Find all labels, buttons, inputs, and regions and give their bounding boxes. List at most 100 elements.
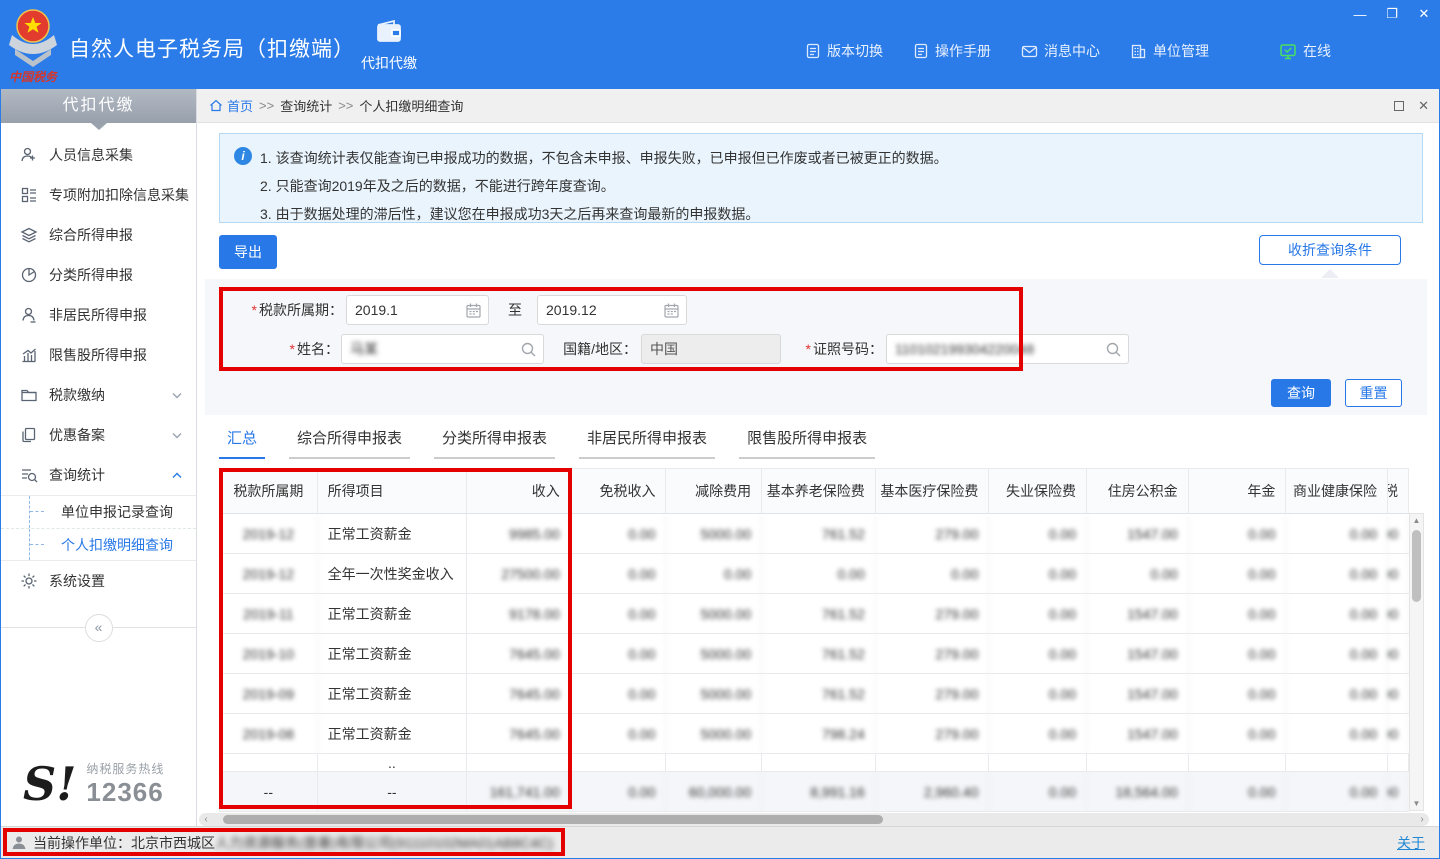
close-panel-icon[interactable]: ✕ [1418,98,1429,114]
online-status[interactable]: 在线 [1279,41,1331,61]
table-cell: 2019-09 [220,674,318,713]
sidebar-item-tax-payment[interactable]: 税款缴纳 [1,375,196,415]
table-cell: 18,564.00 [1087,772,1189,811]
table-row[interactable]: 2019-10正常工资薪金7645.000.005000.00761.52279… [220,634,1409,674]
sidebar-item-preferential-filing[interactable]: 优惠备案 [1,415,196,455]
sidebar-item-special-deduction[interactable]: 专项附加扣除信息采集 [1,175,196,215]
menu-item-version-switch[interactable]: 版本切换 [805,41,883,61]
name-label: *姓名： [231,334,339,364]
table-cell: 279.00 [876,634,990,673]
sidebar-item-label: 查询统计 [49,465,105,485]
sidebar-collapse-button[interactable]: « [85,614,113,642]
tab-summary[interactable]: 汇总 [219,427,265,459]
table-cell [666,754,762,771]
column-header: 减除费用 [666,469,762,513]
table-cell: -- [220,772,318,811]
table-cell: 1547.00 [1087,634,1189,673]
table-cell: 2019-12 [220,554,318,593]
table-cell: 0.00 [1388,514,1409,553]
breadcrumb-home[interactable]: 首页 [209,96,253,115]
region-label: 国籍/地区： [557,334,637,364]
query-button[interactable]: 查询 [1271,379,1331,407]
horizontal-scrollbar[interactable]: ‹ › [199,813,1429,826]
table-cell: 0.00 [1388,634,1409,673]
scroll-left-arrow[interactable]: ‹ [199,813,213,826]
table-cell: 0.00 [1189,634,1287,673]
sidebar-item-nonresident-income[interactable]: 非居民所得申报 [1,295,196,335]
table-row-partial[interactable]: .. [220,754,1409,772]
horizontal-scroll-thumb[interactable] [223,815,883,824]
tab-restricted-stock[interactable]: 限售股所得申报表 [739,427,875,459]
tab-withholding-module[interactable]: 代扣代缴 [349,17,429,83]
scroll-right-arrow[interactable]: › [1415,813,1429,826]
menu-item-message-center[interactable]: 消息中心 [1021,41,1100,61]
table-cell: 5000.00 [666,634,762,673]
table-cell: 5000.00 [666,514,762,553]
table-row[interactable]: 2019-09正常工资薪金7645.000.005000.00761.52279… [220,674,1409,714]
sidebar-item-comprehensive-income[interactable]: 综合所得申报 [1,215,196,255]
table-cell: 0.00 [1286,634,1388,673]
table-cell: 0.00 [989,514,1087,553]
table-row[interactable]: 2019-08正常工资薪金7645.000.005000.00798.24279… [220,714,1409,754]
scroll-down-arrow[interactable]: ▼ [1410,799,1423,808]
tab-nonresident-income[interactable]: 非居民所得申报表 [579,427,715,459]
table-cell: 279.00 [876,714,990,753]
menu-item-manual[interactable]: 操作手册 [913,41,991,61]
info-icon: i [234,147,252,165]
vertical-scrollbar[interactable]: ▲ ▼ [1409,513,1424,811]
breadcrumb-level1[interactable]: 查询统计 [280,96,332,115]
table-cell: 27500.00 [467,554,571,593]
person-add-icon [19,145,39,165]
restore-button[interactable]: ❐ [1383,5,1401,23]
menu-label: 在线 [1303,41,1331,61]
search-list-icon [19,465,39,485]
minimize-button[interactable]: — [1351,5,1369,23]
table-cell: 2019-10 [220,634,318,673]
table-cell: 正常工资薪金 [318,594,467,633]
table-cell: 279.00 [876,514,990,553]
table-cell: 0.00 [1189,714,1287,753]
name-input[interactable]: 马某 [341,334,544,364]
scroll-up-arrow[interactable]: ▲ [1410,516,1423,525]
maximize-panel-icon[interactable] [1394,101,1404,111]
sidebar-subitem-unit-declaration-query[interactable]: 单位申报记录查询 [1,496,196,528]
sidebar-nav: 人员信息采集 专项附加扣除信息采集 综合所得申报 分类所得申报 非居民所得申报 … [1,123,196,628]
tab-classified-income[interactable]: 分类所得申报表 [434,427,555,459]
table-cell [762,754,876,771]
export-button[interactable]: 导出 [219,235,277,269]
sidebar-item-system-settings[interactable]: 系统设置 [1,561,196,601]
menu-item-unit-management[interactable]: 单位管理 [1130,41,1209,61]
bar-chart-icon [19,345,39,365]
table-cell [571,754,667,771]
table-cell: 0.00 [1286,772,1388,811]
reset-button[interactable]: 重置 [1345,379,1402,407]
status-bar: 当前操作单位：北京市西城区 人力资源服务(首善)有限公司(91110102MA0… [1,826,1440,858]
menu-label: 版本切换 [827,41,883,61]
table-total-row[interactable]: ----161,741.000.0060,000.008,991.162,960… [220,772,1409,812]
table-row[interactable]: 2019-12正常工资薪金9985.000.005000.00761.52279… [220,514,1409,554]
tab-comprehensive-income[interactable]: 综合所得申报表 [289,427,410,459]
to-label: 至 [501,295,529,325]
table-cell: 0.00 [989,634,1087,673]
column-header: 基本医疗保险费 [876,469,990,513]
app-header: 中国税务 自然人电子税务局（扣缴端） 代扣代缴 版本切换 操作手册 消息中心 [1,1,1440,89]
table-cell: 0.00 [762,554,876,593]
id-number-input[interactable]: 110102199304220048 [886,334,1129,364]
collapse-query-button[interactable]: 收折查询条件 [1259,235,1401,265]
table-cell: 0.00 [989,714,1087,753]
period-from-input[interactable]: 2019.1 [346,295,489,325]
table-cell: 761.52 [762,634,876,673]
period-to-input[interactable]: 2019.12 [537,295,687,325]
about-link[interactable]: 关于 [1397,833,1425,853]
sidebar-subitem-personal-withholding-query[interactable]: 个人扣缴明细查询 [1,528,196,560]
table-row[interactable]: 2019-11正常工资薪金9178.000.005000.00761.52279… [220,594,1409,634]
vertical-scroll-thumb[interactable] [1412,530,1421,602]
close-button[interactable]: ✕ [1415,5,1433,23]
table-row[interactable]: 2019-12全年一次性奖金收入27500.000.000.000.000.00… [220,554,1409,594]
sidebar-item-restricted-stock[interactable]: 限售股所得申报 [1,335,196,375]
search-icon[interactable] [1105,341,1122,358]
sidebar-item-query-statistics[interactable]: 查询统计 [1,455,196,495]
search-icon[interactable] [520,341,537,358]
sidebar-item-personnel-info[interactable]: 人员信息采集 [1,135,196,175]
sidebar-item-classified-income[interactable]: 分类所得申报 [1,255,196,295]
